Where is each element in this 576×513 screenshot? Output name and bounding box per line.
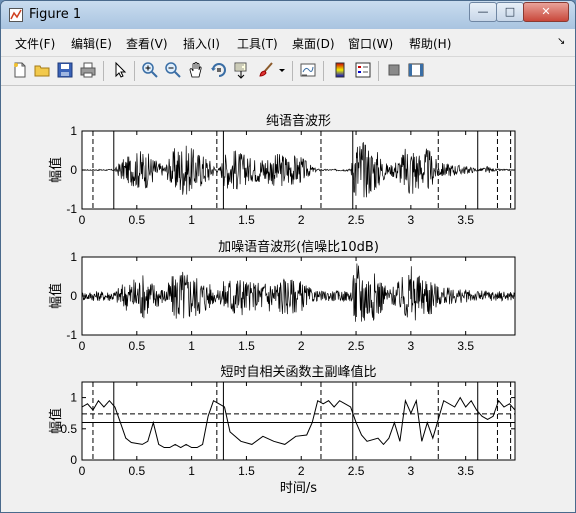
open-folder-icon[interactable] <box>33 61 51 79</box>
x-tick-label: 3 <box>408 213 415 227</box>
y-tick-label: 1 <box>70 124 77 138</box>
x-tick-label: 2.5 <box>348 339 365 353</box>
menu-bar: 文件(F) 编辑(E) 查看(V) 插入(I) 工具(T) 桌面(D) 窗口(W… <box>1 30 575 57</box>
toolbar <box>1 57 575 86</box>
x-tick-label: 2.5 <box>348 213 365 227</box>
x-tick-label: 1 <box>188 213 195 227</box>
toolbar-separator <box>103 61 104 81</box>
window-title: Figure 1 <box>29 7 82 22</box>
plot-title: 纯语音波形 <box>266 113 331 129</box>
x-tick-label: 1.5 <box>238 213 255 227</box>
brush-dropdown-icon[interactable] <box>277 61 287 79</box>
data-cursor-icon[interactable] <box>233 61 251 79</box>
x-tick-label: 3.5 <box>457 213 474 227</box>
toolbar-separator <box>323 61 324 81</box>
menu-overflow-icon[interactable]: ↘ <box>557 36 565 47</box>
link-plot-icon[interactable] <box>299 61 317 79</box>
minimize-button[interactable]: — <box>469 2 497 22</box>
y-tick-label: 1 <box>70 250 77 264</box>
figure-window: Figure 1 — □ ✕ 文件(F) 编辑(E) 查看(V) 插入(I) 工… <box>0 0 576 513</box>
hide-plot-tools-icon[interactable] <box>385 61 403 79</box>
x-tick-label: 0.5 <box>128 464 145 478</box>
print-icon[interactable] <box>79 61 97 79</box>
zoom-in-icon[interactable] <box>141 61 159 79</box>
matlab-figure-icon <box>9 8 23 22</box>
y-tick-label: 0 <box>70 163 77 177</box>
y-tick-label: -1 <box>66 328 77 342</box>
menu-view[interactable]: 查看(V) <box>126 35 168 52</box>
new-file-icon[interactable] <box>11 61 29 79</box>
x-tick-label: 3.5 <box>457 339 474 353</box>
brush-icon[interactable] <box>257 61 275 79</box>
x-tick-label: 2 <box>298 213 305 227</box>
toolbar-separator <box>292 61 293 81</box>
plot-title: 加噪语音波形(信噪比10dB) <box>218 239 379 255</box>
toolbar-separator <box>378 61 379 81</box>
x-tick-label: 3 <box>408 339 415 353</box>
x-tick-label: 0.5 <box>128 339 145 353</box>
x-tick-label: 0 <box>79 464 86 478</box>
y-axis-label: 幅值 <box>48 408 64 434</box>
x-tick-label: 1 <box>188 339 195 353</box>
menu-desktop[interactable]: 桌面(D) <box>292 35 335 52</box>
x-tick-label: 2.5 <box>348 464 365 478</box>
y-tick-label: 0 <box>70 289 77 303</box>
colorbar-icon[interactable] <box>331 61 349 79</box>
maximize-button[interactable]: □ <box>496 2 524 22</box>
x-tick-label: 1.5 <box>238 339 255 353</box>
x-tick-label: 2 <box>298 339 305 353</box>
show-plot-tools-icon[interactable] <box>407 61 425 79</box>
legend-icon[interactable] <box>354 61 372 79</box>
y-tick-label: -1 <box>66 202 77 216</box>
x-axis-label: 时间/s <box>280 481 317 496</box>
menu-file[interactable]: 文件(F) <box>15 35 55 52</box>
title-bar[interactable]: Figure 1 — □ ✕ <box>1 1 575 29</box>
menu-insert[interactable]: 插入(I) <box>183 35 220 52</box>
menu-tools[interactable]: 工具(T) <box>237 35 278 52</box>
zoom-out-icon[interactable] <box>164 61 182 79</box>
y-tick-label: 0 <box>70 453 77 467</box>
x-tick-label: 1 <box>188 464 195 478</box>
figure-canvas: 0 0.5 1 1.5 2 2.5 3 3.510-1纯语音波形幅值0 0.5 1 1.5 2 2.5 3… <box>1 87 575 512</box>
close-button[interactable]: ✕ <box>523 2 569 22</box>
x-tick-label: 0.5 <box>128 213 145 227</box>
plot-area <box>82 382 515 460</box>
save-icon[interactable] <box>56 61 74 79</box>
x-tick-label: 3 <box>408 464 415 478</box>
menu-help[interactable]: 帮助(H) <box>409 35 451 52</box>
pan-hand-icon[interactable] <box>187 61 205 79</box>
y-tick-label: 1 <box>70 391 77 405</box>
x-tick-label: 3.5 <box>457 464 474 478</box>
rotate-3d-icon[interactable] <box>210 61 228 79</box>
x-tick-label: 2 <box>298 464 305 478</box>
y-axis-label: 幅值 <box>48 157 64 183</box>
x-tick-label: 1.5 <box>238 464 255 478</box>
x-tick-label: 0 <box>79 339 86 353</box>
toolbar-separator <box>134 61 135 81</box>
plot-title: 短时自相关函数主副峰值比 <box>220 364 376 380</box>
menu-window[interactable]: 窗口(W) <box>348 35 393 52</box>
menu-edit[interactable]: 编辑(E) <box>71 35 112 52</box>
x-tick-label: 0 <box>79 213 86 227</box>
pointer-icon[interactable] <box>111 61 129 79</box>
y-axis-label: 幅值 <box>48 283 64 309</box>
